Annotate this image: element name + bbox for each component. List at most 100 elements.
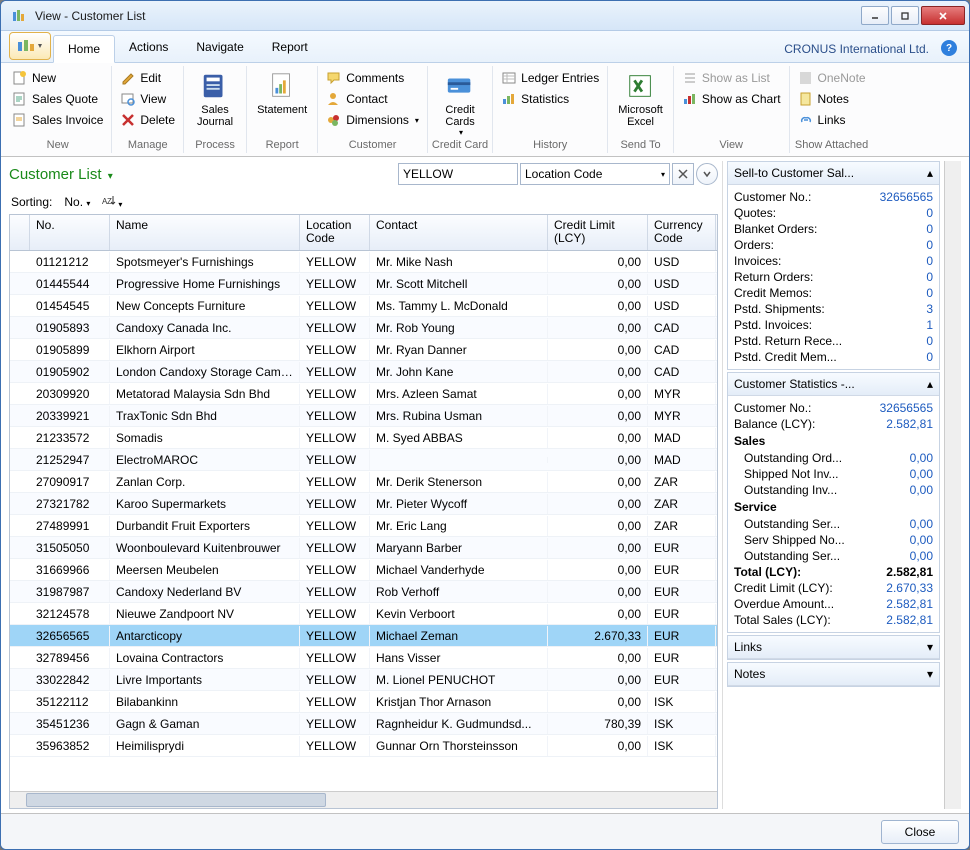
table-row[interactable]: 27489991Durbandit Fruit ExportersYELLOWM… — [10, 515, 717, 537]
table-row[interactable]: 01445544Progressive Home FurnishingsYELL… — [10, 273, 717, 295]
table-row[interactable]: 32789456Lovaina ContractorsYELLOWHans Vi… — [10, 647, 717, 669]
factbox-row[interactable]: Pstd. Shipments:3 — [734, 301, 933, 317]
sorting-field-combo[interactable]: No. ▾ — [60, 194, 94, 210]
factbox-row[interactable]: Outstanding Ord...0,00 — [734, 450, 933, 466]
table-row[interactable]: 35451236Gagn & GamanYELLOWRagnheidur K. … — [10, 713, 717, 735]
statement-button[interactable]: Statement — [251, 68, 313, 118]
new-button[interactable]: New — [8, 68, 107, 88]
factbox-row[interactable]: Pstd. Return Rece...0 — [734, 333, 933, 349]
grid-body[interactable]: 01121212Spotsmeyer's FurnishingsYELLOWMr… — [10, 251, 717, 791]
system-buttons — [859, 6, 965, 25]
factbox-row[interactable]: Outstanding Inv...0,00 — [734, 482, 933, 498]
factbox-row[interactable]: Invoices:0 — [734, 253, 933, 269]
factbox-row[interactable]: Customer No.:32656565 — [734, 189, 933, 205]
filter-field-combo[interactable]: Location Code▾ — [520, 163, 670, 185]
factbox-row[interactable]: Pstd. Credit Mem...0 — [734, 349, 933, 365]
ribbon-group-customer: Comments Contact Dimensions▾ Customer — [318, 66, 428, 153]
sales-journal-button[interactable]: Sales Journal — [188, 68, 242, 130]
vertical-scrollbar[interactable] — [944, 161, 961, 809]
tab-home[interactable]: Home — [53, 35, 115, 63]
app-menu-button[interactable] — [9, 32, 51, 60]
factbox-notes-header[interactable]: Notes▾ — [728, 663, 939, 686]
ribbon-group-report: Statement Report — [247, 66, 318, 153]
factbox-row[interactable]: Total Sales (LCY):2.582,81 — [734, 612, 933, 628]
table-row[interactable]: 01905899Elkhorn AirportYELLOWMr. Ryan Da… — [10, 339, 717, 361]
table-row[interactable]: 01905902London Candoxy Storage CampusYEL… — [10, 361, 717, 383]
notes-button[interactable]: Notes — [794, 89, 870, 109]
table-row[interactable]: 27090917Zanlan Corp.YELLOWMr. Derik Sten… — [10, 471, 717, 493]
factbox-stats-header[interactable]: Customer Statistics -...▴ — [728, 373, 939, 396]
table-row[interactable]: 35122112BilabankinnYELLOWKristjan Thor A… — [10, 691, 717, 713]
factbox-row[interactable]: Pstd. Invoices:1 — [734, 317, 933, 333]
factbox-row[interactable]: Total (LCY):2.582,81 — [734, 564, 933, 580]
table-row[interactable]: 20309920Metatorad Malaysia Sdn BhdYELLOW… — [10, 383, 717, 405]
view-button[interactable]: View — [116, 89, 179, 109]
table-row[interactable]: 32656565AntarcticopyYELLOWMichael Zeman2… — [10, 625, 717, 647]
list-title-dropdown[interactable]: Customer List ▾ — [9, 166, 113, 183]
table-row[interactable]: 20339921TraxTonic Sdn BhdYELLOWMrs. Rubi… — [10, 405, 717, 427]
factbox-row[interactable]: Credit Memos:0 — [734, 285, 933, 301]
factbox-row[interactable]: Outstanding Ser...0,00 — [734, 548, 933, 564]
table-row[interactable]: 27321782Karoo SupermarketsYELLOWMr. Piet… — [10, 493, 717, 515]
statistics-button[interactable]: Statistics — [497, 89, 603, 109]
dimensions-button[interactable]: Dimensions▾ — [322, 110, 423, 130]
factbox-row[interactable]: Serv Shipped No...0,00 — [734, 532, 933, 548]
factbox-row[interactable]: Outstanding Ser...0,00 — [734, 516, 933, 532]
close-page-button[interactable]: Close — [881, 820, 959, 844]
factbox-links-header[interactable]: Links▾ — [728, 636, 939, 659]
contact-button[interactable]: Contact — [322, 89, 423, 109]
maximize-button[interactable] — [891, 6, 919, 25]
tab-navigate[interactable]: Navigate — [182, 34, 257, 62]
table-row[interactable]: 32124578Nieuwe Zandpoort NVYELLOWKevin V… — [10, 603, 717, 625]
col-header-location[interactable]: Location Code — [300, 215, 370, 250]
table-row[interactable]: 35963852HeimilisprydiYELLOWGunnar Orn Th… — [10, 735, 717, 757]
table-row[interactable]: 01905893Candoxy Canada Inc.YELLOWMr. Rob… — [10, 317, 717, 339]
show-as-chart-button[interactable]: Show as Chart — [678, 89, 785, 109]
close-button[interactable] — [921, 6, 965, 25]
table-row[interactable]: 31669966Meersen MeubelenYELLOWMichael Va… — [10, 559, 717, 581]
factbox-row[interactable]: Shipped Not Inv...0,00 — [734, 466, 933, 482]
clear-filter-button[interactable] — [672, 163, 694, 185]
col-header-currency[interactable]: Currency Code — [648, 215, 716, 250]
help-icon[interactable]: ? — [941, 40, 957, 56]
expand-filter-button[interactable] — [696, 163, 718, 185]
sales-quote-button[interactable]: Sales Quote — [8, 89, 107, 109]
col-header-no[interactable]: No. — [30, 215, 110, 250]
table-row[interactable]: 01121212Spotsmeyer's FurnishingsYELLOWMr… — [10, 251, 717, 273]
table-row[interactable]: 33022842Livre ImportantsYELLOWM. Lionel … — [10, 669, 717, 691]
table-row[interactable]: 01454545New Concepts FurnitureYELLOWMs. … — [10, 295, 717, 317]
edit-button[interactable]: Edit — [116, 68, 179, 88]
minimize-button[interactable] — [861, 6, 889, 25]
table-row[interactable]: 31987987Candoxy Nederland BVYELLOWRob Ve… — [10, 581, 717, 603]
tab-report[interactable]: Report — [258, 34, 322, 62]
sales-invoice-button[interactable]: Sales Invoice — [8, 110, 107, 130]
view-icon — [120, 91, 136, 107]
factbox-row[interactable]: Customer No.:32656565 — [734, 400, 933, 416]
sort-direction-button[interactable]: AZ▾ — [102, 193, 122, 210]
factbox-row[interactable]: Blanket Orders:0 — [734, 221, 933, 237]
factbox-sales-header[interactable]: Sell-to Customer Sal...▴ — [728, 162, 939, 185]
ledger-entries-button[interactable]: Ledger Entries — [497, 68, 603, 88]
factbox-row[interactable]: Overdue Amount...2.582,81 — [734, 596, 933, 612]
excel-button[interactable]: Microsoft Excel — [612, 68, 669, 130]
tab-actions[interactable]: Actions — [115, 34, 182, 62]
comments-button[interactable]: Comments — [322, 68, 423, 88]
table-row[interactable]: 31505050Woonboulevard KuitenbrouwerYELLO… — [10, 537, 717, 559]
table-row[interactable]: 21252947ElectroMAROCYELLOW0,00MAD — [10, 449, 717, 471]
factbox-row[interactable]: Quotes:0 — [734, 205, 933, 221]
col-header-contact[interactable]: Contact — [370, 215, 548, 250]
edit-icon — [120, 70, 136, 86]
factbox-row[interactable]: Balance (LCY):2.582,81 — [734, 416, 933, 432]
table-row[interactable]: 21233572SomadisYELLOWM. Syed ABBAS0,00MA… — [10, 427, 717, 449]
horizontal-scrollbar[interactable] — [10, 791, 717, 808]
svg-text:Z: Z — [107, 197, 112, 206]
factbox-row[interactable]: Return Orders:0 — [734, 269, 933, 285]
col-header-credit[interactable]: Credit Limit (LCY) — [548, 215, 648, 250]
factbox-row[interactable]: Orders:0 — [734, 237, 933, 253]
col-header-name[interactable]: Name — [110, 215, 300, 250]
factbox-row[interactable]: Credit Limit (LCY):2.670,33 — [734, 580, 933, 596]
filter-value-input[interactable] — [398, 163, 518, 185]
links-button[interactable]: Links — [794, 110, 870, 130]
delete-button[interactable]: Delete — [116, 110, 179, 130]
credit-cards-button[interactable]: Credit Cards▾ — [433, 68, 487, 139]
